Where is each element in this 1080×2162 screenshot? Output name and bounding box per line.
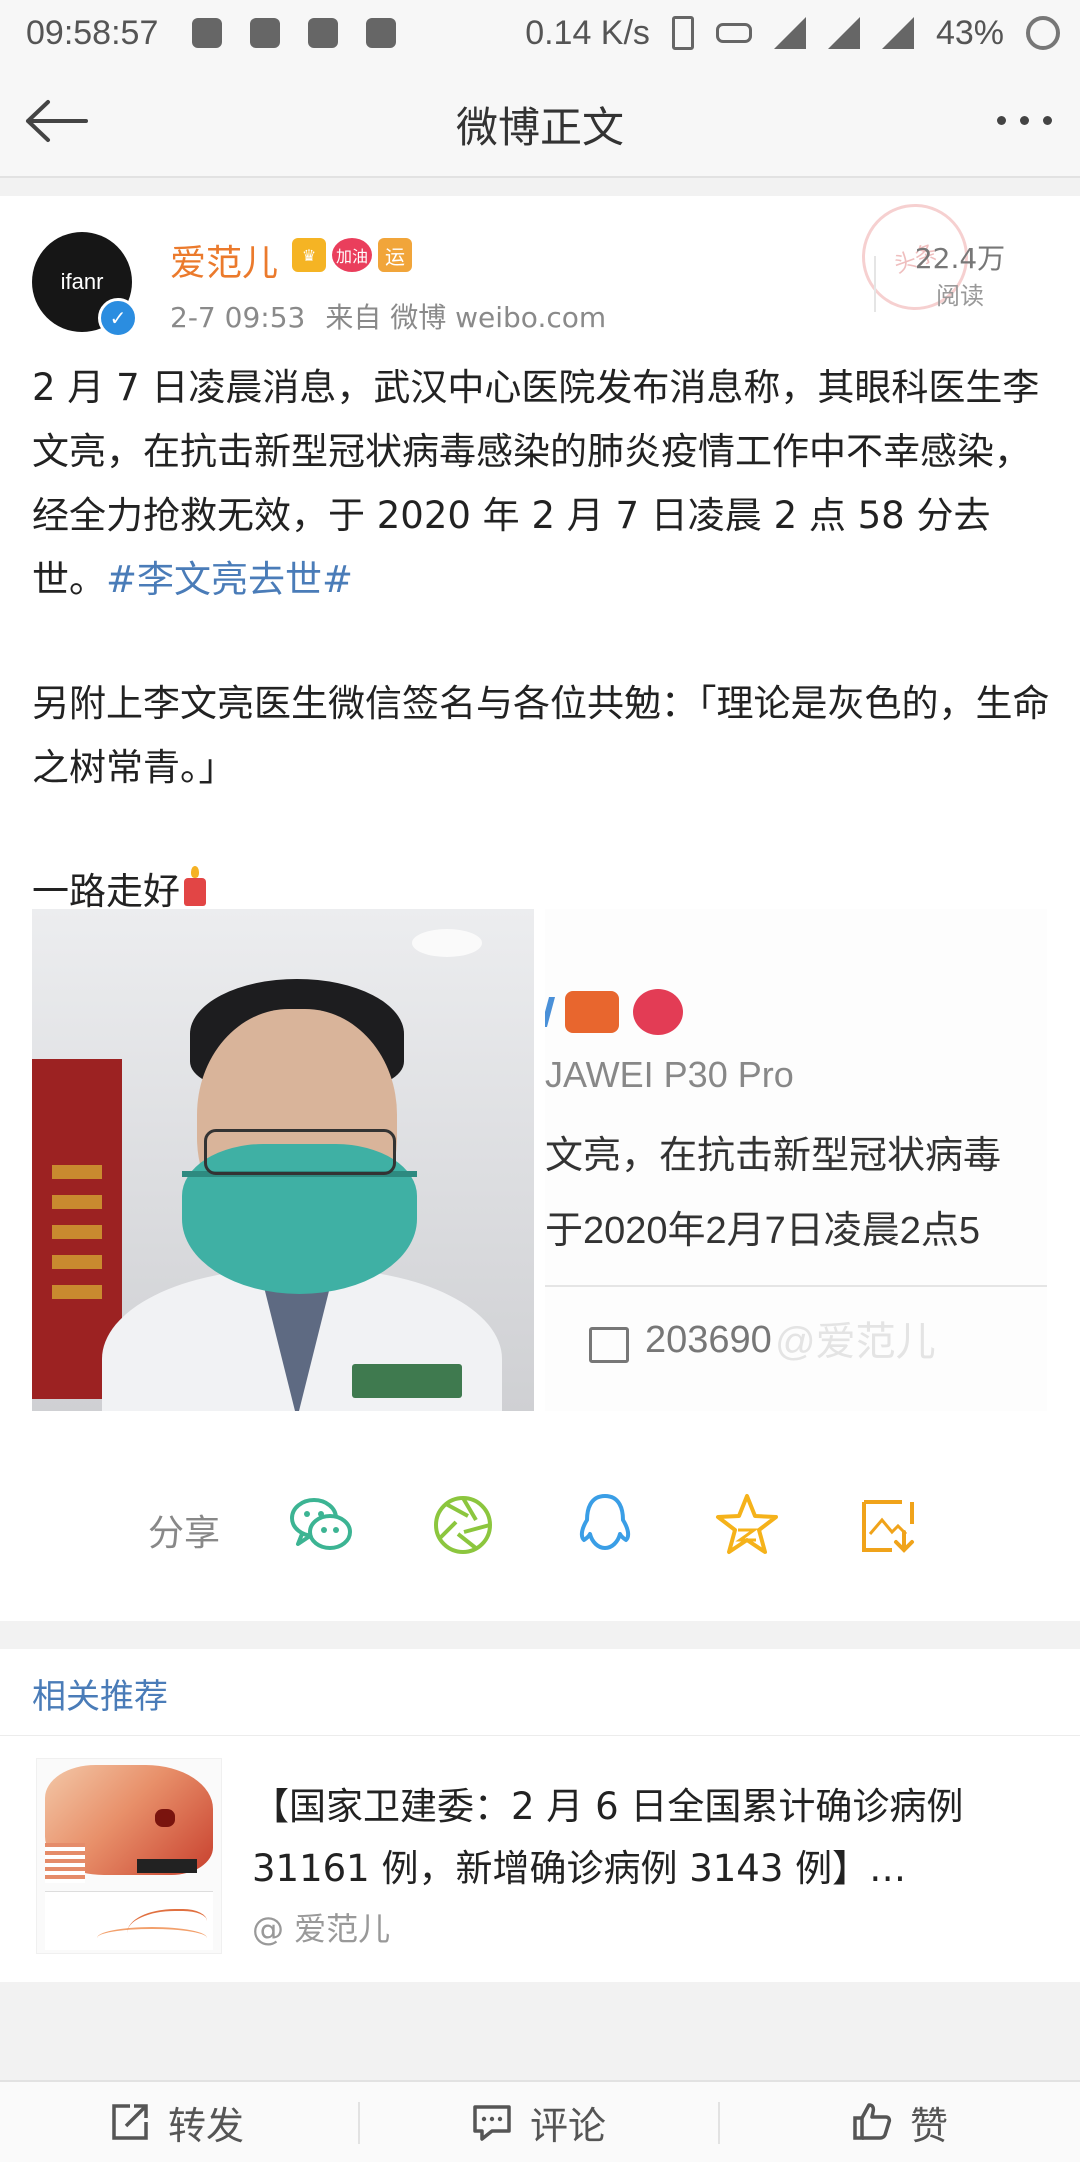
divider-strip xyxy=(0,178,1080,196)
status-time: 09:58:57 xyxy=(26,13,159,52)
share-label: 分享 xyxy=(148,1513,221,1554)
user-badges: ♛ 加油 运 xyxy=(292,238,412,272)
more-options-icon[interactable] xyxy=(997,116,1052,125)
related-item[interactable]: 【国家卫建委：2 月 6 日全国累计确诊病例 31161 例，新增确诊病例 31… xyxy=(0,1736,1080,1982)
related-title: 相关推荐 xyxy=(32,1677,168,1717)
related-thumbnail xyxy=(36,1758,222,1954)
author-name[interactable]: 爱范儿 xyxy=(170,234,278,286)
wifi-icon xyxy=(773,17,806,49)
post-paragraph-2: 另附上李文亮医生微信签名与各位共勉：「理论是灰色的，生命之树常青。」 xyxy=(32,682,1050,789)
heart-badge-icon[interactable]: 加油 xyxy=(332,238,372,272)
post-meta: 2-7 09:53 来自 微博 weibo.com xyxy=(170,296,606,336)
notification-icons xyxy=(192,18,397,48)
post-image-portrait[interactable] xyxy=(32,909,534,1411)
candle-emoji-icon xyxy=(184,866,206,906)
post-image-screenshot[interactable]: JAWEI P30 Pro 文亮，在抗击新型冠状病毒 于2020年2月7日凌晨2… xyxy=(545,909,1047,1411)
repost-button[interactable]: 转发 xyxy=(108,2082,244,2162)
watermark: @爱范儿 xyxy=(775,1320,936,1364)
page-title: 微博正文 xyxy=(455,103,624,152)
moments-icon[interactable] xyxy=(428,1490,498,1560)
qq-icon[interactable] xyxy=(570,1490,640,1560)
read-divider xyxy=(874,256,876,312)
crown-badge-icon[interactable]: ♛ xyxy=(292,238,326,272)
save-image-icon[interactable] xyxy=(854,1490,924,1560)
post-source: 来自 微博 weibo.com xyxy=(325,301,607,334)
ceiling-lamp xyxy=(412,929,482,957)
post-paragraph-1: 2 月 7 日凌晨消息，武汉中心医院发布消息称，其眼科医生李文亮，在抗击新型冠状… xyxy=(32,356,1052,612)
weibo-icon xyxy=(308,18,339,48)
status-right: 0.14 K/s 43% xyxy=(525,0,1060,66)
related-section-header: 相关推荐 xyxy=(0,1649,1080,1737)
comment-button[interactable]: 评论 xyxy=(470,2082,606,2162)
repost-label: 转发 xyxy=(168,2103,245,2148)
screenshot-share-count: 203690 xyxy=(645,1319,772,1361)
post-time: 2-7 09:53 xyxy=(170,301,306,334)
hashtag-link[interactable]: #李文亮去世# xyxy=(106,558,353,601)
network-speed: 0.14 K/s xyxy=(525,13,650,52)
post-text-3: 一路走好 xyxy=(32,870,180,913)
weibo-post: ifanr ✓ 爱范儿 ♛ 加油 运 2-7 09:53 来自 微博 weibo.… xyxy=(0,189,1080,1621)
screenshot-text-2: 于2020年2月7日凌晨2点5 xyxy=(545,1210,981,1252)
post-body: 2 月 7 日凌晨消息，武汉中心医院发布消息称，其眼科医生李文亮，在抗击新型冠状… xyxy=(32,356,1052,924)
bottom-action-bar: 转发 评论 赞 xyxy=(0,2080,1080,2162)
battery-icon xyxy=(1026,16,1060,50)
pinwheel-icon xyxy=(366,18,397,48)
glasses xyxy=(204,1129,396,1175)
read-label: 阅读 xyxy=(936,282,984,310)
verified-badge-icon: ✓ xyxy=(98,298,138,338)
message-icon xyxy=(192,18,223,48)
yun-badge-icon[interactable]: 运 xyxy=(378,238,412,272)
nav-bar: 微博正文 xyxy=(0,66,1080,178)
read-count: 22.4万 xyxy=(914,242,1006,275)
signal-icon-2 xyxy=(881,17,914,49)
like-button[interactable]: 赞 xyxy=(850,2082,948,2162)
key-icon xyxy=(715,23,752,43)
comment-label: 评论 xyxy=(530,2103,607,2148)
battery-level: 43% xyxy=(935,13,1004,52)
repost-icon xyxy=(112,2104,148,2140)
qzone-star-icon[interactable] xyxy=(712,1490,782,1560)
share-row: 分享 xyxy=(0,1476,1080,1576)
mail-icon xyxy=(250,18,281,48)
comment-icon xyxy=(473,2105,511,2141)
share-icon xyxy=(589,1327,629,1363)
status-bar: 09:58:57 0.14 K/s 43% xyxy=(0,0,1080,66)
related-item-source: @ 爱范儿 xyxy=(252,1910,391,1948)
section-divider xyxy=(0,1621,1080,1649)
screenshot-device: JAWEI P30 Pro xyxy=(545,1054,794,1095)
bottom-gray-area xyxy=(0,1982,1080,2084)
like-label: 赞 xyxy=(910,2103,949,2148)
thumbs-up-icon xyxy=(853,2103,892,2140)
signal-icon xyxy=(827,17,860,49)
screenshot-text-1: 文亮，在抗击新型冠状病毒 xyxy=(545,1135,1002,1177)
screenshot-badges xyxy=(545,989,683,1035)
related-item-text: 【国家卫建委：2 月 6 日全国累计确诊病例 31161 例，新增确诊病例 31… xyxy=(252,1785,964,1890)
wechat-icon[interactable] xyxy=(286,1490,356,1560)
phone-icon xyxy=(671,16,694,50)
name-badge xyxy=(352,1364,462,1398)
